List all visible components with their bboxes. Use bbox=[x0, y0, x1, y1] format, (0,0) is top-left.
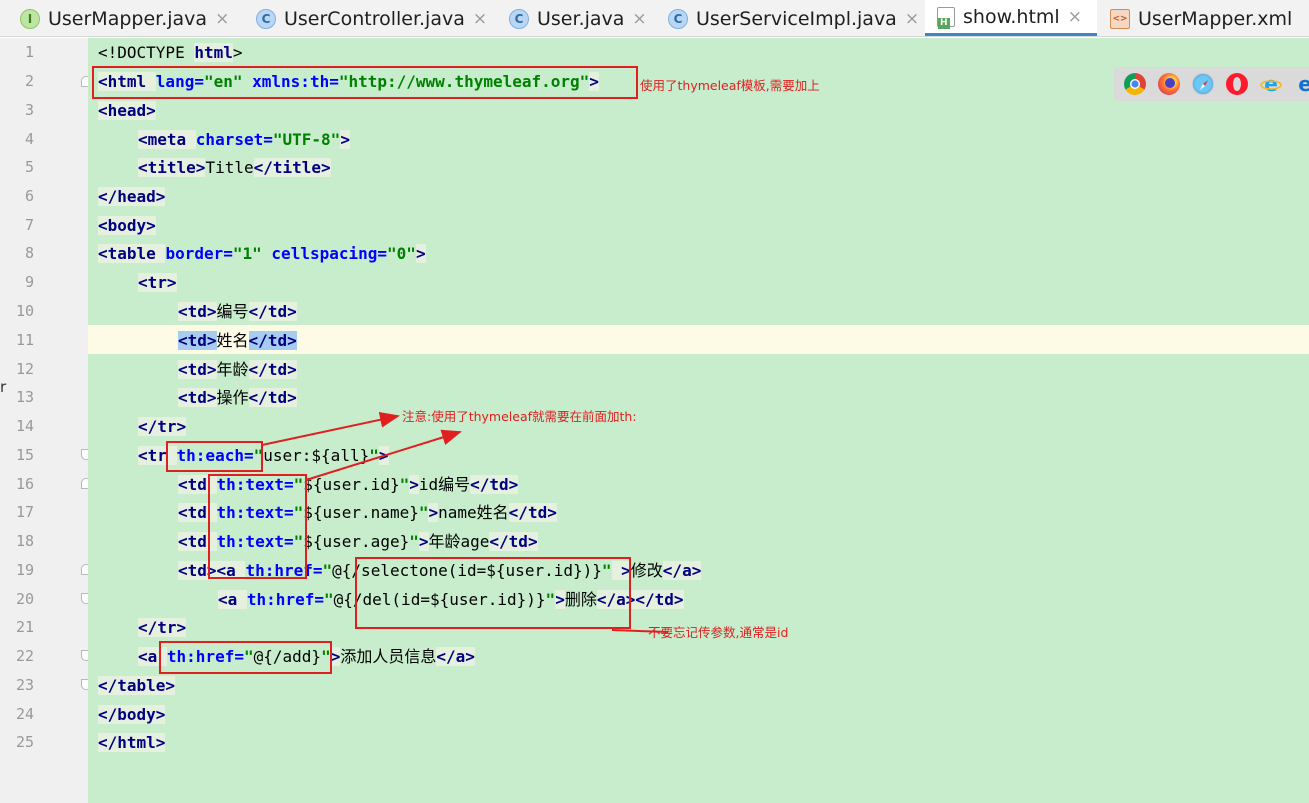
code-line-6: </head> bbox=[98, 187, 166, 206]
tab-user-java[interactable]: C User.java × bbox=[509, 0, 647, 36]
code-line-3: <head> bbox=[98, 101, 156, 120]
line-number: 5 bbox=[24, 158, 34, 176]
firefox-icon[interactable] bbox=[1158, 73, 1180, 95]
tab-label: UserController.java bbox=[284, 7, 465, 30]
class-icon: C bbox=[668, 8, 688, 29]
line-number: 14 bbox=[15, 417, 34, 435]
tab-label: User.java bbox=[537, 7, 625, 30]
close-icon[interactable]: × bbox=[905, 9, 919, 29]
tab-userserviceimpl-java[interactable]: C UserServiceImpl.java × bbox=[668, 0, 919, 36]
annotation-note-namespace: 使用了thymeleaf模板,需要加上 bbox=[640, 78, 820, 93]
code-line-13: <td>操作</td> bbox=[178, 388, 297, 407]
code-line-2: <html lang="en" xmlns:th="http://www.thy… bbox=[98, 72, 599, 91]
line-number: 16 bbox=[15, 475, 34, 493]
line-number: 10 bbox=[15, 302, 34, 320]
line-number-gutter: 1 2 3 4 5 6 7 8 9 10 11 12 13 14 15 16 1… bbox=[0, 38, 92, 803]
xml-file-icon: <> bbox=[1110, 8, 1130, 29]
line-number: 25 bbox=[15, 733, 34, 751]
line-number: 15 bbox=[15, 446, 34, 464]
code-line-5: <title>Title</title> bbox=[138, 158, 331, 177]
line-number-current: 11 bbox=[15, 331, 34, 349]
code-line-21: </tr> bbox=[138, 618, 187, 637]
browser-preview-bar: e e bbox=[1114, 67, 1309, 101]
line-number: 20 bbox=[15, 590, 34, 608]
code-line-7: <body> bbox=[98, 216, 156, 235]
editor-tab-bar: I UserMapper.java × C UserController.jav… bbox=[0, 0, 1309, 37]
left-edge-fragment: r bbox=[0, 378, 7, 396]
line-number: 8 bbox=[24, 244, 34, 262]
tab-label: UserMapper.xml bbox=[1138, 7, 1293, 30]
code-line-1: <!DOCTYPE html> bbox=[98, 43, 243, 62]
code-line-19: <td><a th:href="@{/selectone(id=${user.i… bbox=[178, 561, 702, 580]
close-icon[interactable]: × bbox=[473, 9, 487, 29]
tab-label: UserMapper.java bbox=[48, 7, 208, 30]
code-line-4: <meta charset="UTF-8"> bbox=[138, 130, 350, 149]
code-line-20: <a th:href="@{/del(id=${user.id})}">删除</… bbox=[218, 590, 684, 609]
tab-usermapper-java[interactable]: I UserMapper.java × bbox=[20, 0, 229, 36]
svg-text:e: e bbox=[1298, 73, 1309, 95]
line-number: 18 bbox=[15, 532, 34, 550]
code-line-12: <td>年龄</td> bbox=[178, 360, 297, 379]
line-number: 3 bbox=[24, 101, 34, 119]
opera-icon[interactable] bbox=[1226, 73, 1248, 95]
edge-icon[interactable]: e bbox=[1294, 72, 1309, 96]
tab-show-html[interactable]: show.html × bbox=[925, 0, 1097, 36]
code-line-23: </table> bbox=[98, 676, 176, 695]
line-number: 6 bbox=[24, 187, 34, 205]
tab-label: UserServiceImpl.java bbox=[696, 7, 897, 30]
tab-label: show.html bbox=[963, 5, 1060, 28]
code-line-9: <tr> bbox=[138, 273, 177, 292]
close-icon[interactable]: × bbox=[215, 9, 229, 29]
line-number: 23 bbox=[15, 676, 34, 694]
code-line-17: <td th:text="${user.name}">name姓名</td> bbox=[178, 503, 557, 522]
line-number: 19 bbox=[15, 561, 34, 579]
class-icon: C bbox=[256, 8, 276, 29]
line-number: 9 bbox=[24, 273, 34, 291]
svg-text:e: e bbox=[1264, 73, 1278, 95]
code-line-25: </html> bbox=[98, 733, 166, 752]
html-file-icon bbox=[937, 6, 955, 29]
tab-usercontroller-java[interactable]: C UserController.java × bbox=[256, 0, 487, 36]
code-line-15: <tr th:each="user:${all}"> bbox=[138, 446, 389, 465]
code-line-11: <td>姓名</td> bbox=[178, 331, 297, 350]
line-number: 17 bbox=[15, 503, 34, 521]
tab-usermapper-xml[interactable]: <> UserMapper.xml bbox=[1110, 0, 1293, 36]
chrome-icon[interactable] bbox=[1124, 73, 1146, 95]
annotation-note-params: 不要忘记传参数,通常是id bbox=[648, 625, 789, 640]
class-icon: C bbox=[509, 8, 529, 29]
line-number: 22 bbox=[15, 647, 34, 665]
safari-icon[interactable] bbox=[1192, 73, 1214, 95]
code-line-16: <td th:text="${user.id}">id编号</td> bbox=[178, 475, 519, 494]
code-line-14: </tr> bbox=[138, 417, 187, 436]
line-number: 1 bbox=[24, 43, 34, 61]
line-number: 24 bbox=[15, 705, 34, 723]
code-line-22: <a th:href="@{/add}">添加人员信息</a> bbox=[138, 647, 475, 666]
code-line-24: </body> bbox=[98, 705, 166, 724]
line-number: 21 bbox=[15, 618, 34, 636]
line-number: 7 bbox=[24, 216, 34, 234]
line-number: 4 bbox=[24, 130, 34, 148]
line-number: 2 bbox=[24, 72, 34, 90]
annotation-note-th-prefix: 注意:使用了thymeleaf就需要在前面加th: bbox=[402, 409, 637, 424]
code-line-8: <table border="1" cellspacing="0"> bbox=[98, 244, 426, 263]
code-line-10: <td>编号</td> bbox=[178, 302, 297, 321]
close-icon[interactable]: × bbox=[632, 9, 646, 29]
ie-icon[interactable]: e bbox=[1260, 72, 1282, 96]
code-line-18: <td th:text="${user.age}">年龄age</td> bbox=[178, 532, 538, 551]
close-icon[interactable]: × bbox=[1068, 7, 1082, 27]
code-editor[interactable]: <!DOCTYPE html> <html lang="en" xmlns:th… bbox=[88, 38, 1309, 803]
interface-icon: I bbox=[20, 8, 40, 29]
